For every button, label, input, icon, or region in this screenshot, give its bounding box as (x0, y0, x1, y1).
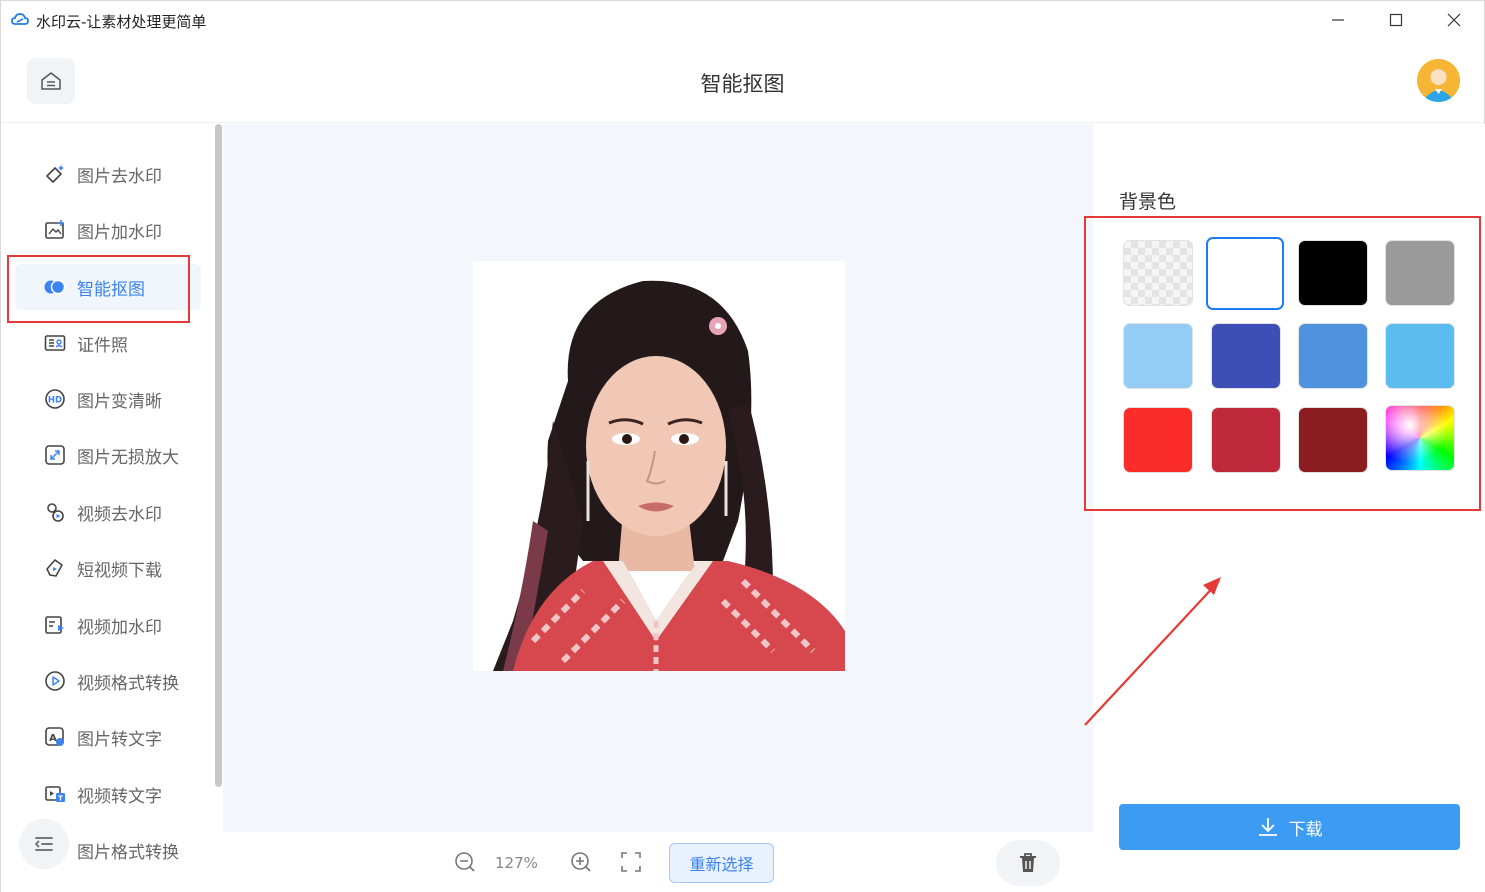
fullscreen-icon (621, 852, 641, 872)
sidebar-item-label: 图片去水印 (77, 166, 162, 187)
sidebar-item-label: 视频转文字 (77, 786, 162, 807)
zoom-out-icon (455, 852, 475, 872)
svg-text:T: T (58, 795, 63, 803)
window-title: 水印云-让素材处理更简单 (36, 13, 207, 31)
sidebar-item-label: 视频去水印 (77, 504, 162, 525)
id-card-icon (43, 331, 67, 355)
video-add-icon (43, 613, 67, 637)
sidebar-item-image-to-text[interactable]: A 图片转文字 (15, 714, 201, 760)
menu-button[interactable] (19, 819, 69, 869)
portrait-image (473, 261, 845, 671)
swatch-red[interactable] (1123, 407, 1193, 473)
sidebar-item-label: 图片格式转换 (77, 842, 179, 863)
swatch-royal-blue[interactable] (1211, 323, 1281, 389)
user-avatar-icon (1417, 59, 1460, 102)
close-icon (1447, 13, 1461, 27)
sidebar-item-video-watermark-remove[interactable]: 视频去水印 (15, 489, 201, 535)
sidebar-item-video-to-text[interactable]: T 视频转文字 (15, 771, 201, 817)
minimize-icon (1332, 19, 1344, 21)
swatch-sky-blue[interactable] (1385, 323, 1455, 389)
zoom-in-icon (571, 852, 591, 872)
swatch-mid-blue[interactable] (1298, 323, 1368, 389)
eraser-icon (43, 162, 67, 186)
swatch-black[interactable] (1298, 240, 1368, 306)
fit-screen-button[interactable] (618, 849, 644, 875)
sidebar-item-label: 证件照 (77, 335, 128, 356)
download-label: 下载 (1288, 819, 1323, 840)
zoom-out-button[interactable] (452, 849, 478, 875)
swatch-white[interactable] (1206, 237, 1284, 310)
download-icon (1258, 818, 1277, 836)
zoom-level: 127% (495, 854, 538, 872)
cutout-icon (43, 275, 67, 299)
sidebar-item-smart-cutout[interactable]: 智能抠图 (15, 264, 201, 310)
video-convert-icon (43, 669, 67, 693)
swatch-dark-red[interactable] (1298, 407, 1368, 473)
maximize-icon (1389, 13, 1403, 27)
sidebar-item-label: 视频格式转换 (77, 673, 179, 694)
app-logo-icon (11, 13, 29, 25)
image-add-icon (43, 218, 67, 242)
reselect-button[interactable]: 重新选择 (669, 843, 774, 883)
swatch-transparent[interactable] (1123, 240, 1193, 306)
sidebar-scrollbar[interactable] (215, 124, 222, 787)
minimize-button[interactable] (1323, 7, 1353, 33)
video-download-icon (43, 556, 67, 580)
sidebar-item-label: 图片变清晰 (77, 391, 162, 412)
svg-text:HD: HD (48, 396, 62, 406)
sidebar-item-label: 短视频下载 (77, 560, 162, 581)
sidebar-item-label: 智能抠图 (77, 279, 145, 300)
svg-text:A: A (49, 733, 57, 744)
trash-icon (1020, 853, 1036, 872)
sidebar-item-id-photo[interactable]: 证件照 (15, 320, 201, 366)
page-header: 智能抠图 (1, 39, 1484, 123)
hd-icon: HD (43, 387, 67, 411)
sidebar-item-short-video-download[interactable]: 短视频下载 (15, 545, 201, 591)
maximize-button[interactable] (1381, 7, 1411, 33)
download-button[interactable]: 下载 (1119, 804, 1460, 850)
background-color-label: 背景色 (1119, 191, 1177, 213)
sidebar-item-image-watermark-remove[interactable]: 图片去水印 (15, 151, 201, 197)
title-bar: 水印云-让素材处理更简单 (1, 1, 1484, 39)
delete-button[interactable] (996, 840, 1060, 886)
sidebar-item-video-watermark-add[interactable]: 视频加水印 (15, 602, 201, 648)
swatch-custom-color-picker[interactable] (1385, 405, 1455, 471)
sidebar-item-image-watermark-add[interactable]: 图片加水印 (15, 207, 201, 253)
video-text-icon: T (43, 782, 67, 806)
canvas-toolbar: 127% 重新选择 (223, 832, 1093, 892)
cutout-photo (473, 261, 845, 671)
sidebar: 图片去水印 图片加水印 智能抠图 证件照 HD 图片变清晰 图片无损放大 视频去… (1, 124, 223, 892)
swatch-light-blue[interactable] (1123, 323, 1193, 389)
app-window: 水印云-让素材处理更简单 智能抠图 图片去水印 图片加水印 智能抠图 证件照 H… (0, 0, 1485, 892)
zoom-in-button[interactable] (568, 849, 594, 875)
enlarge-icon (43, 443, 67, 467)
swatch-crimson[interactable] (1211, 407, 1281, 473)
sidebar-item-image-clarify[interactable]: HD 图片变清晰 (15, 376, 201, 422)
preview-canvas (223, 124, 1093, 832)
menu-icon (35, 837, 53, 851)
image-text-icon: A (43, 725, 67, 749)
page-title: 智能抠图 (700, 72, 785, 96)
sidebar-item-label: 视频加水印 (77, 617, 162, 638)
close-button[interactable] (1439, 7, 1469, 33)
sidebar-item-label: 图片加水印 (77, 222, 162, 243)
settings-panel: 背景色 下载 (1084, 124, 1485, 892)
sidebar-item-label: 图片无损放大 (77, 447, 179, 468)
sidebar-item-label: 图片转文字 (77, 729, 162, 750)
video-eraser-icon (43, 500, 67, 524)
sidebar-item-video-format-convert[interactable]: 视频格式转换 (15, 658, 201, 704)
avatar[interactable] (1417, 59, 1460, 102)
sidebar-item-image-enlarge[interactable]: 图片无损放大 (15, 432, 201, 478)
swatch-gray[interactable] (1385, 240, 1455, 306)
